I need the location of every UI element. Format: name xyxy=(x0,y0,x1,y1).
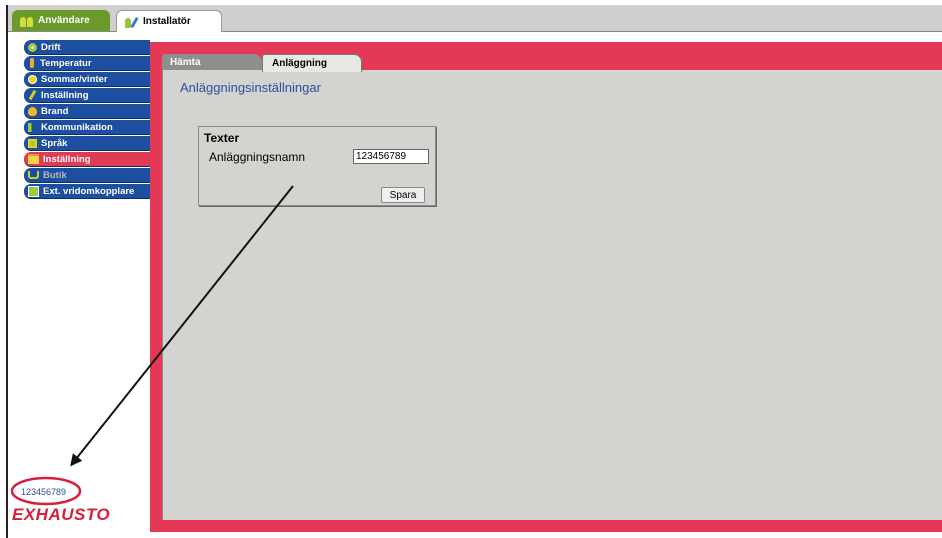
annotation-arrow xyxy=(70,185,294,467)
exhausto-logo: EXHAUSTO xyxy=(12,505,111,524)
installation-name-display: 123456789 xyxy=(21,487,67,497)
annotation-overlay xyxy=(10,185,294,506)
